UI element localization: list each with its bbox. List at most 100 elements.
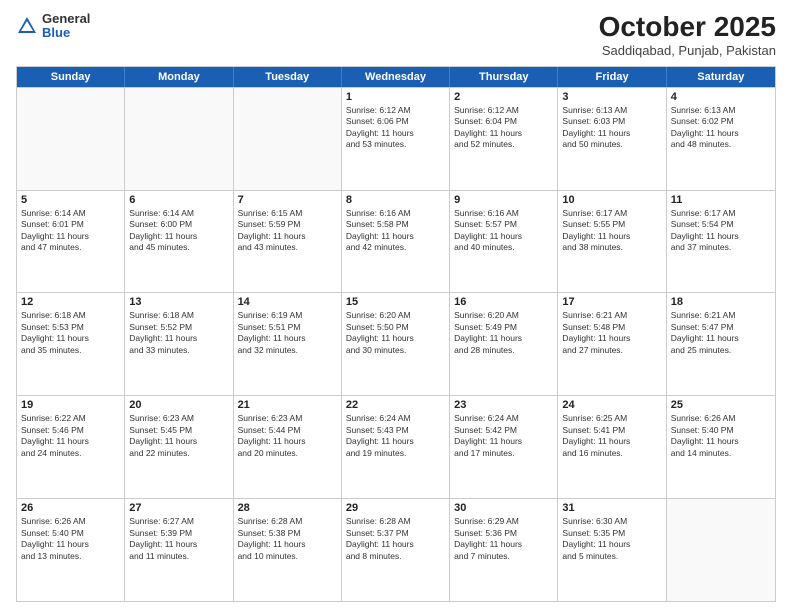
calendar-cell: 1Sunrise: 6:12 AMSunset: 6:06 PMDaylight… xyxy=(342,88,450,190)
calendar-cell: 25Sunrise: 6:26 AMSunset: 5:40 PMDayligh… xyxy=(667,396,775,498)
cell-info-line: Daylight: 11 hours xyxy=(129,539,228,550)
day-number: 13 xyxy=(129,296,228,308)
cell-info-line: Sunset: 5:48 PM xyxy=(562,322,661,333)
cell-info-line: Sunset: 5:51 PM xyxy=(238,322,337,333)
weekday-header-tuesday: Tuesday xyxy=(234,67,342,87)
cell-info-line: Daylight: 11 hours xyxy=(238,333,337,344)
cell-info-line: Sunset: 6:02 PM xyxy=(671,116,771,127)
cell-info-line: and 42 minutes. xyxy=(346,242,445,253)
cell-info-line: Sunset: 5:46 PM xyxy=(21,425,120,436)
cell-info-line: Daylight: 11 hours xyxy=(671,231,771,242)
cell-info-line: Sunrise: 6:20 AM xyxy=(454,310,553,321)
cell-info-line: and 37 minutes. xyxy=(671,242,771,253)
cell-info-line: and 27 minutes. xyxy=(562,345,661,356)
cell-info-line: Sunset: 5:44 PM xyxy=(238,425,337,436)
cell-info-line: Sunrise: 6:16 AM xyxy=(346,208,445,219)
cell-info-line: and 24 minutes. xyxy=(21,448,120,459)
cell-info-line: Sunrise: 6:13 AM xyxy=(671,105,771,116)
cell-info-line: Sunset: 5:59 PM xyxy=(238,219,337,230)
calendar-row-2: 5Sunrise: 6:14 AMSunset: 6:01 PMDaylight… xyxy=(17,190,775,293)
cell-info-line: Sunset: 5:36 PM xyxy=(454,528,553,539)
cell-info-line: Sunrise: 6:18 AM xyxy=(21,310,120,321)
cell-info-line: Daylight: 11 hours xyxy=(562,539,661,550)
cell-info-line: Daylight: 11 hours xyxy=(238,539,337,550)
calendar-row-1: 1Sunrise: 6:12 AMSunset: 6:06 PMDaylight… xyxy=(17,87,775,190)
cell-info-line: Daylight: 11 hours xyxy=(454,231,553,242)
logo-icon xyxy=(16,15,38,37)
calendar-cell: 19Sunrise: 6:22 AMSunset: 5:46 PMDayligh… xyxy=(17,396,125,498)
cell-info-line: Daylight: 11 hours xyxy=(346,539,445,550)
cell-info-line: and 38 minutes. xyxy=(562,242,661,253)
day-number: 27 xyxy=(129,502,228,514)
calendar-cell xyxy=(125,88,233,190)
logo-text: General Blue xyxy=(42,12,90,41)
cell-info-line: Sunrise: 6:21 AM xyxy=(671,310,771,321)
day-number: 11 xyxy=(671,194,771,206)
cell-info-line: Sunrise: 6:12 AM xyxy=(346,105,445,116)
calendar-cell: 4Sunrise: 6:13 AMSunset: 6:02 PMDaylight… xyxy=(667,88,775,190)
day-number: 26 xyxy=(21,502,120,514)
cell-info-line: Sunrise: 6:26 AM xyxy=(671,413,771,424)
day-number: 2 xyxy=(454,91,553,103)
weekday-header-monday: Monday xyxy=(125,67,233,87)
calendar-cell: 15Sunrise: 6:20 AMSunset: 5:50 PMDayligh… xyxy=(342,293,450,395)
day-number: 22 xyxy=(346,399,445,411)
day-number: 10 xyxy=(562,194,661,206)
cell-info-line: Daylight: 11 hours xyxy=(346,231,445,242)
cell-info-line: Sunrise: 6:21 AM xyxy=(562,310,661,321)
calendar-cell: 21Sunrise: 6:23 AMSunset: 5:44 PMDayligh… xyxy=(234,396,342,498)
day-number: 1 xyxy=(346,91,445,103)
cell-info-line: Sunset: 6:04 PM xyxy=(454,116,553,127)
weekday-header-saturday: Saturday xyxy=(667,67,775,87)
cell-info-line: Sunset: 5:39 PM xyxy=(129,528,228,539)
calendar-cell: 13Sunrise: 6:18 AMSunset: 5:52 PMDayligh… xyxy=(125,293,233,395)
day-number: 31 xyxy=(562,502,661,514)
calendar-cell: 8Sunrise: 6:16 AMSunset: 5:58 PMDaylight… xyxy=(342,191,450,293)
month-title: October 2025 xyxy=(599,12,776,43)
weekday-header-wednesday: Wednesday xyxy=(342,67,450,87)
cell-info-line: Sunset: 5:54 PM xyxy=(671,219,771,230)
day-number: 19 xyxy=(21,399,120,411)
cell-info-line: Sunset: 5:47 PM xyxy=(671,322,771,333)
day-number: 4 xyxy=(671,91,771,103)
weekday-header-thursday: Thursday xyxy=(450,67,558,87)
calendar-cell: 18Sunrise: 6:21 AMSunset: 5:47 PMDayligh… xyxy=(667,293,775,395)
calendar-row-4: 19Sunrise: 6:22 AMSunset: 5:46 PMDayligh… xyxy=(17,395,775,498)
cell-info-line: Daylight: 11 hours xyxy=(454,539,553,550)
calendar-cell: 31Sunrise: 6:30 AMSunset: 5:35 PMDayligh… xyxy=(558,499,666,601)
cell-info-line: Daylight: 11 hours xyxy=(562,333,661,344)
calendar-cell: 5Sunrise: 6:14 AMSunset: 6:01 PMDaylight… xyxy=(17,191,125,293)
cell-info-line: and 53 minutes. xyxy=(346,139,445,150)
cell-info-line: Sunset: 5:40 PM xyxy=(21,528,120,539)
calendar-cell: 17Sunrise: 6:21 AMSunset: 5:48 PMDayligh… xyxy=(558,293,666,395)
cell-info-line: Sunrise: 6:30 AM xyxy=(562,516,661,527)
cell-info-line: Sunrise: 6:19 AM xyxy=(238,310,337,321)
cell-info-line: Sunrise: 6:24 AM xyxy=(454,413,553,424)
cell-info-line: and 8 minutes. xyxy=(346,551,445,562)
calendar-cell: 26Sunrise: 6:26 AMSunset: 5:40 PMDayligh… xyxy=(17,499,125,601)
calendar-header: SundayMondayTuesdayWednesdayThursdayFrid… xyxy=(17,67,775,87)
day-number: 14 xyxy=(238,296,337,308)
calendar-cell: 2Sunrise: 6:12 AMSunset: 6:04 PMDaylight… xyxy=(450,88,558,190)
cell-info-line: Sunrise: 6:28 AM xyxy=(238,516,337,527)
calendar-cell: 9Sunrise: 6:16 AMSunset: 5:57 PMDaylight… xyxy=(450,191,558,293)
cell-info-line: Sunrise: 6:18 AM xyxy=(129,310,228,321)
cell-info-line: Sunrise: 6:23 AM xyxy=(129,413,228,424)
calendar-cell: 30Sunrise: 6:29 AMSunset: 5:36 PMDayligh… xyxy=(450,499,558,601)
calendar-cell xyxy=(17,88,125,190)
cell-info-line: Sunrise: 6:15 AM xyxy=(238,208,337,219)
day-number: 7 xyxy=(238,194,337,206)
cell-info-line: Daylight: 11 hours xyxy=(129,436,228,447)
cell-info-line: and 13 minutes. xyxy=(21,551,120,562)
cell-info-line: and 28 minutes. xyxy=(454,345,553,356)
cell-info-line: Sunrise: 6:12 AM xyxy=(454,105,553,116)
cell-info-line: Daylight: 11 hours xyxy=(21,333,120,344)
cell-info-line: Sunset: 5:57 PM xyxy=(454,219,553,230)
calendar-cell: 11Sunrise: 6:17 AMSunset: 5:54 PMDayligh… xyxy=(667,191,775,293)
cell-info-line: Daylight: 11 hours xyxy=(671,333,771,344)
day-number: 8 xyxy=(346,194,445,206)
cell-info-line: and 11 minutes. xyxy=(129,551,228,562)
cell-info-line: Sunset: 5:55 PM xyxy=(562,219,661,230)
calendar-cell: 3Sunrise: 6:13 AMSunset: 6:03 PMDaylight… xyxy=(558,88,666,190)
cell-info-line: and 16 minutes. xyxy=(562,448,661,459)
